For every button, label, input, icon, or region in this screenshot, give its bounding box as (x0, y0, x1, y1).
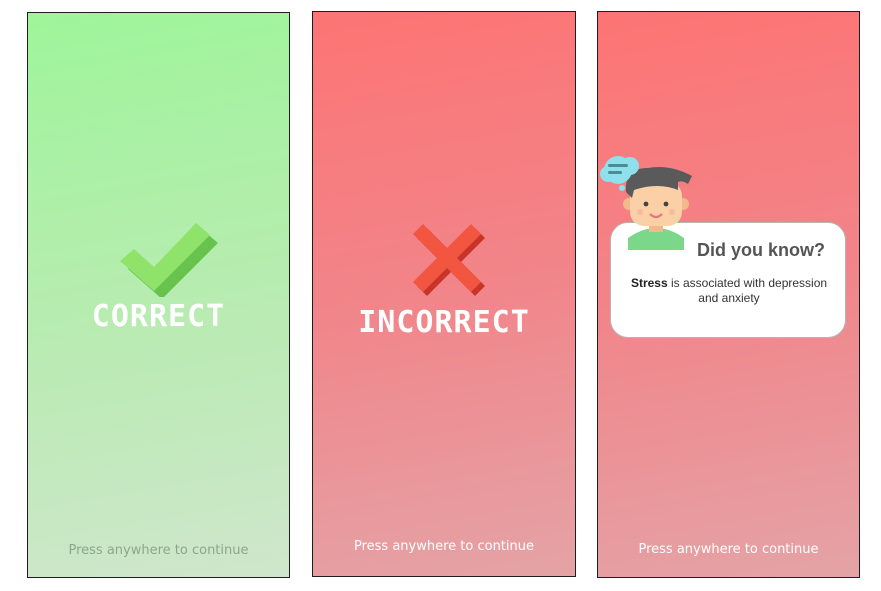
fact-description: is associated with depression and anxiet… (667, 276, 828, 305)
continue-hint[interactable]: Press anywhere to continue (313, 539, 575, 554)
card-title: Did you know? (697, 240, 825, 260)
fact-text: Stress is associated with depression and… (625, 276, 833, 306)
correct-screen[interactable]: CORRECT Press anywhere to continue (27, 12, 290, 578)
fact-screen[interactable]: Did you know? Stress is associated with … (597, 11, 860, 578)
continue-hint[interactable]: Press anywhere to continue (598, 542, 859, 557)
result-label: INCORRECT (358, 305, 530, 340)
fact-keyword: Stress (630, 276, 668, 290)
checkmark-icon (120, 223, 218, 297)
result-label: CORRECT (91, 299, 226, 334)
avatar-thinking-icon (600, 156, 692, 250)
incorrect-screen[interactable]: INCORRECT Press anywhere to continue (312, 11, 576, 577)
continue-hint[interactable]: Press anywhere to continue (28, 543, 289, 558)
cross-icon (413, 224, 485, 296)
